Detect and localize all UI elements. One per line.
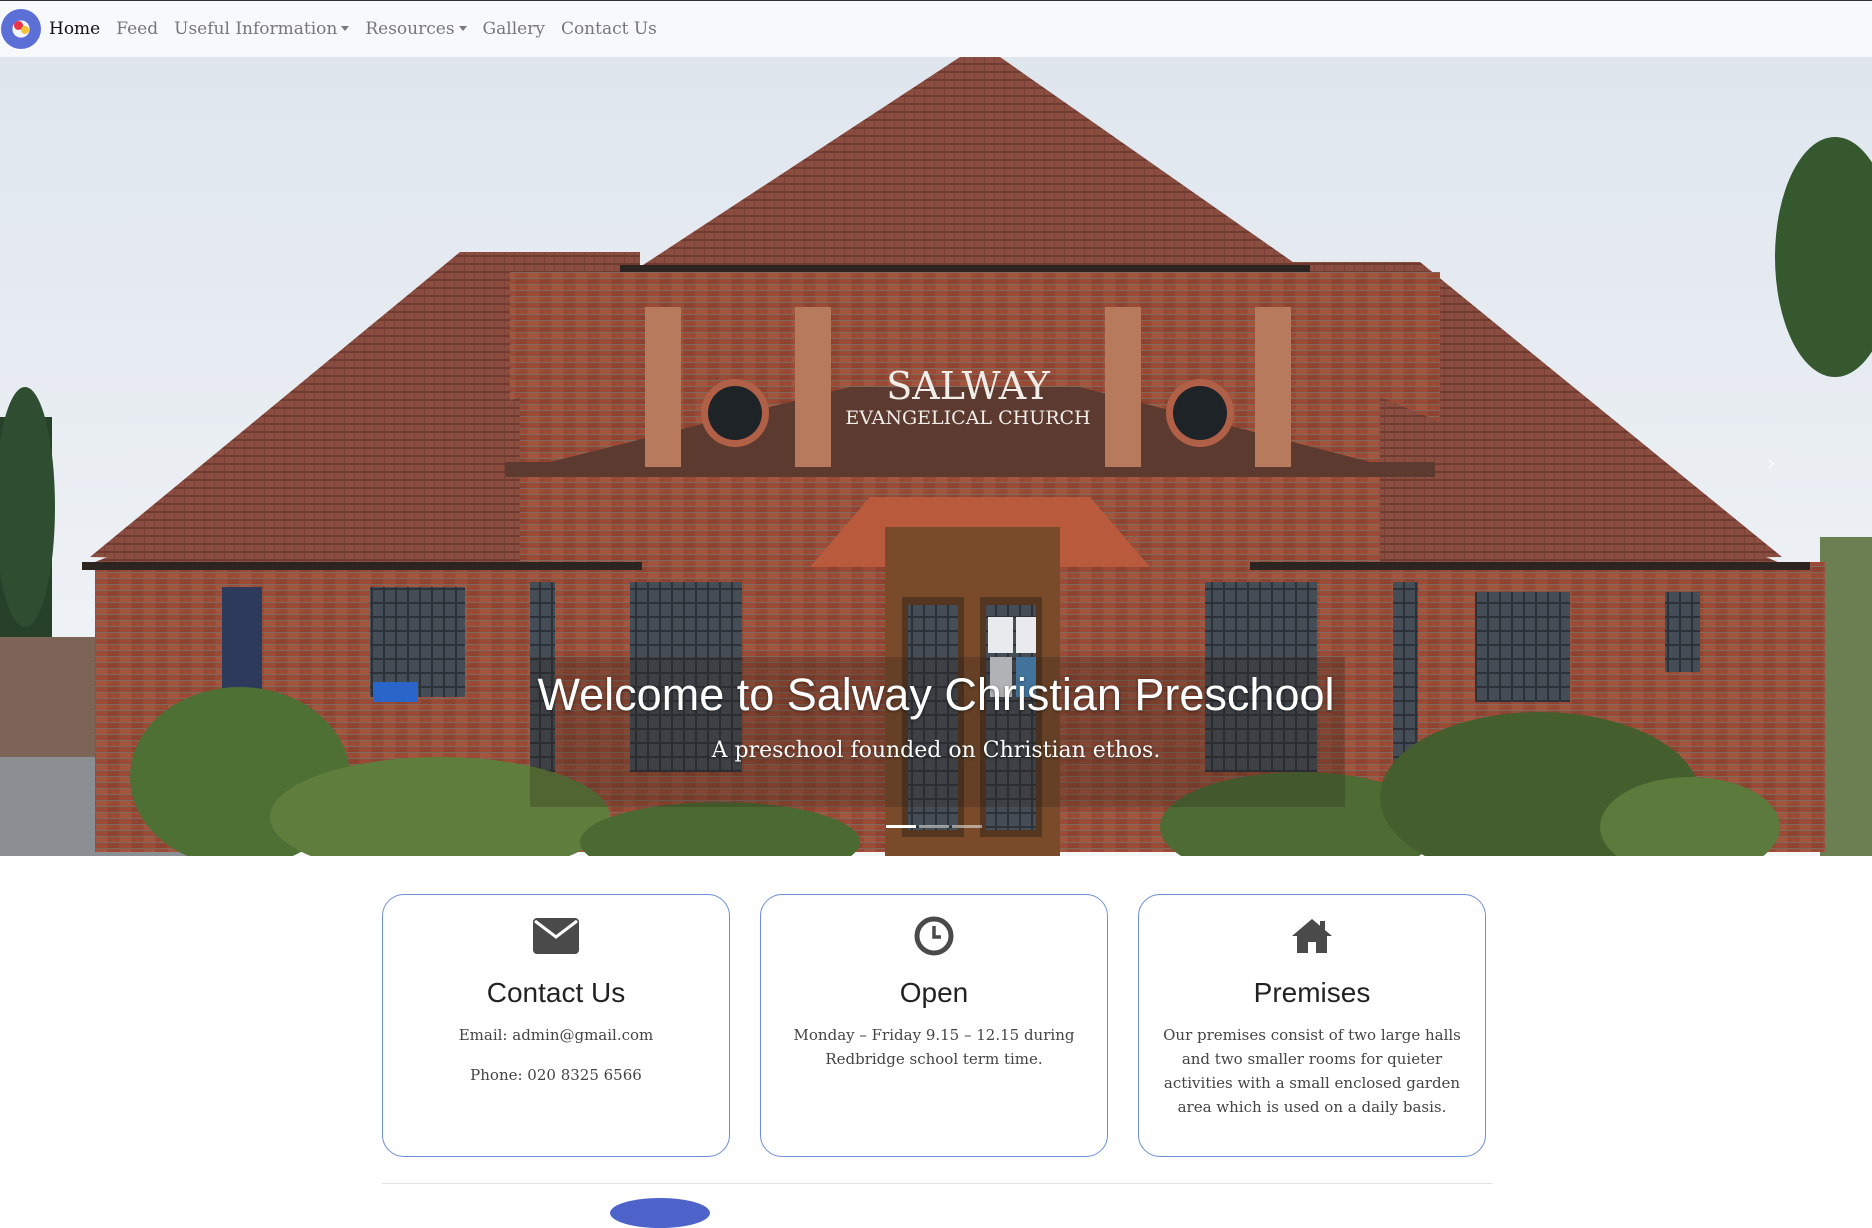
church-sign-subtitle: EVANGELICAL CHURCH: [845, 407, 1090, 429]
church-sign-name: SALWAY: [886, 364, 1050, 408]
card-email: Email: admin@gmail.com: [458, 1026, 654, 1044]
church-building-photo: SALWAY EVANGELICAL CHURCH: [0, 57, 1872, 856]
nav-useful-information-dropdown[interactable]: Useful Information: [174, 19, 350, 39]
hero-carousel: SALWAY EVANGELICAL CHURCH Welcome to Sal…: [0, 57, 1872, 856]
salway-logo-icon[interactable]: [1, 9, 41, 49]
home-icon: [1139, 915, 1485, 957]
caret-down-icon: [341, 25, 350, 31]
chevron-right-icon[interactable]: ›: [1766, 449, 1776, 477]
premises-card: Premises Our premises consist of two lar…: [1138, 894, 1486, 1157]
nav-feed[interactable]: Feed: [116, 19, 158, 39]
hero-title: Welcome to Salway Christian Preschool: [537, 669, 1335, 720]
envelope-icon: [383, 915, 729, 957]
nav-contact-us[interactable]: Contact Us: [561, 19, 657, 39]
card-premises-description: Our premises consist of two large halls …: [1163, 1026, 1461, 1116]
nav-resources-dropdown[interactable]: Resources: [365, 19, 467, 39]
opening-hours-card: Open Monday – Friday 9.15 – 12.15 during…: [760, 894, 1108, 1157]
info-cards: Contact Us Email: admin@gmail.com Phone:…: [382, 894, 1486, 1157]
card-title: Premises: [1253, 977, 1371, 1008]
caret-down-icon: [458, 25, 467, 31]
footer-logo-icon: [610, 1198, 710, 1228]
nav-home[interactable]: Home: [49, 19, 100, 39]
card-title: Contact Us: [486, 977, 626, 1008]
clock-icon: [761, 915, 1107, 957]
carousel-indicator-3[interactable]: [952, 825, 982, 828]
card-title: Open: [899, 977, 969, 1008]
carousel-indicator-1[interactable]: [886, 825, 916, 828]
nav-gallery[interactable]: Gallery: [483, 19, 545, 39]
section-divider: [382, 1183, 1492, 1184]
card-phone: Phone: 020 8325 6566: [470, 1066, 642, 1084]
carousel-indicator-2[interactable]: [919, 825, 949, 828]
carousel-indicators: [886, 825, 982, 828]
hero-subtitle: A preschool founded on Christian ethos.: [711, 738, 1161, 763]
card-hours: Monday – Friday 9.15 – 12.15 during Redb…: [793, 1026, 1075, 1068]
contact-card: Contact Us Email: admin@gmail.com Phone:…: [382, 894, 730, 1157]
navbar: Home Feed Useful Information Resources G…: [0, 1, 1872, 57]
